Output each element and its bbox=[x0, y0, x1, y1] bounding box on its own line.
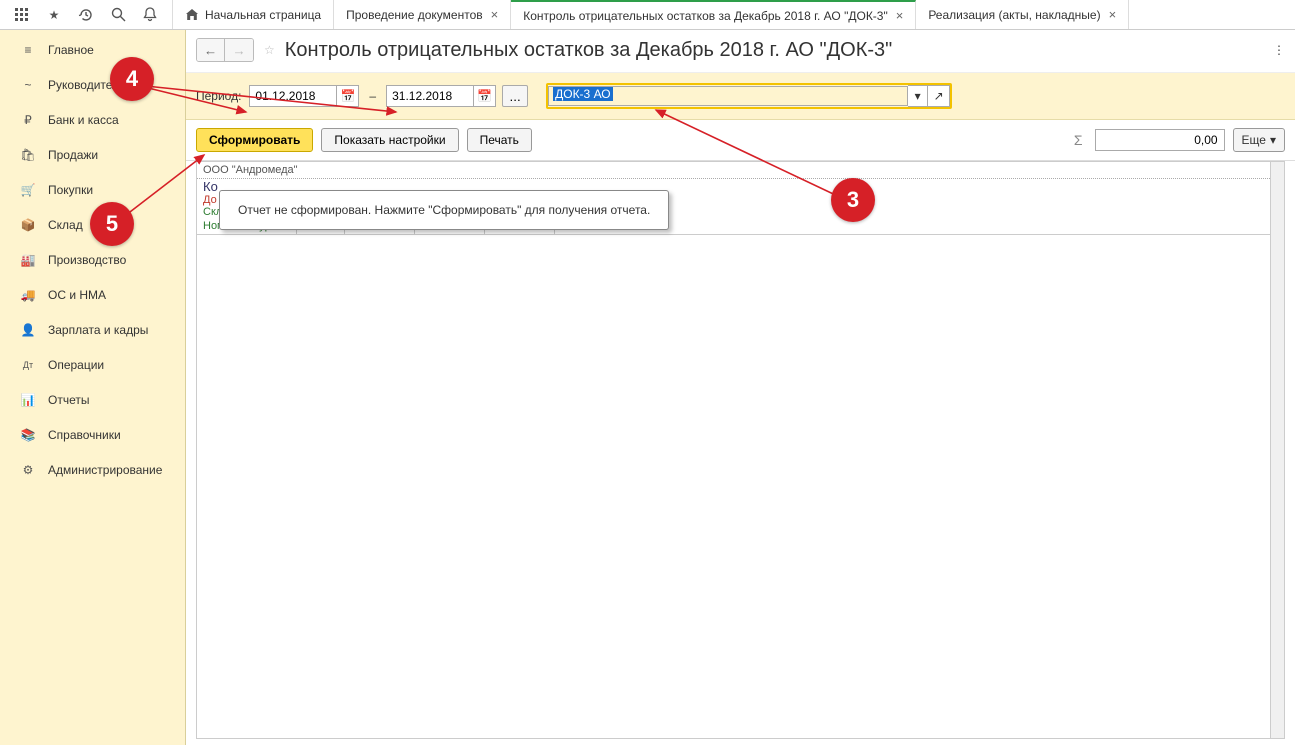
sidebar-item-label: Зарплата и кадры bbox=[48, 323, 148, 337]
gear-icon: ⚙ bbox=[20, 463, 36, 477]
content-area: ← → ☆ Контроль отрицательных остатков за… bbox=[186, 30, 1295, 745]
sidebar-item-label: Отчеты bbox=[48, 393, 89, 407]
sidebar-item-hr[interactable]: 👤 Зарплата и кадры bbox=[0, 312, 185, 347]
chevron-down-icon: ▾ bbox=[1270, 133, 1276, 147]
period-label: Период: bbox=[196, 89, 241, 103]
sidebar-item-label: Производство bbox=[48, 253, 126, 267]
sidebar-item-reports[interactable]: 📊 Отчеты bbox=[0, 382, 185, 417]
sidebar-item-sales[interactable]: 🛍 Продажи bbox=[0, 137, 185, 172]
date-from-input[interactable] bbox=[250, 86, 336, 106]
apps-icon[interactable] bbox=[6, 0, 38, 30]
date-to-input[interactable] bbox=[387, 86, 473, 106]
sum-input[interactable] bbox=[1095, 129, 1225, 151]
bell-icon[interactable] bbox=[134, 0, 166, 30]
organization-input[interactable]: ДОК-3 АО bbox=[548, 86, 908, 106]
person-icon: 👤 bbox=[20, 323, 36, 337]
sidebar-item-purchases[interactable]: 🛒 Покупки bbox=[0, 172, 185, 207]
sidebar-item-label: Главное bbox=[48, 43, 94, 57]
sidebar-item-operations[interactable]: Дт Операции bbox=[0, 347, 185, 382]
ruble-icon: ₽ bbox=[20, 113, 36, 127]
history-icon[interactable] bbox=[70, 0, 102, 30]
tab-label: Реализация (акты, накладные) bbox=[928, 8, 1100, 22]
sidebar-item-label: Склад bbox=[48, 218, 83, 232]
sidebar: ≡ Главное ~Руководителю ₽ Банк и касса 🛍 Пр… bbox=[0, 30, 186, 745]
search-icon[interactable] bbox=[102, 0, 134, 30]
close-icon[interactable]: × bbox=[491, 7, 499, 22]
bag-icon: 🛍 bbox=[20, 148, 36, 162]
sidebar-item-label: Продажи bbox=[48, 148, 98, 162]
tab-negative-control[interactable]: Контроль отрицательных остатков за Декаб… bbox=[511, 0, 916, 29]
box-icon: 📦 bbox=[20, 218, 36, 232]
tab-label: Контроль отрицательных остатков за Декаб… bbox=[523, 9, 888, 23]
report-company: ООО "Андромеда" bbox=[197, 162, 1284, 179]
dropdown-icon[interactable]: ▾ bbox=[908, 85, 928, 107]
sidebar-item-bank[interactable]: ₽ Банк и касса bbox=[0, 102, 185, 137]
sidebar-item-label: Справочники bbox=[48, 428, 121, 442]
star-icon[interactable]: ★ bbox=[38, 0, 70, 30]
show-settings-button[interactable]: Показать настройки bbox=[321, 128, 458, 152]
annotation-marker-4: 4 bbox=[110, 57, 154, 101]
calendar-icon[interactable]: 📅 bbox=[473, 86, 495, 106]
scrollbar[interactable] bbox=[1270, 162, 1284, 738]
date-to-field[interactable]: 📅 bbox=[386, 85, 496, 107]
print-button[interactable]: Печать bbox=[467, 128, 532, 152]
home-icon bbox=[185, 8, 199, 21]
annotation-marker-3: 3 bbox=[831, 178, 875, 222]
tab-home[interactable]: Начальная страница bbox=[173, 0, 334, 29]
more-button[interactable]: Еще▾ bbox=[1233, 128, 1285, 152]
system-toolbar: ★ bbox=[0, 0, 173, 29]
close-icon[interactable]: × bbox=[1109, 7, 1117, 22]
sidebar-item-assets[interactable]: 🚚 ОС и НМА bbox=[0, 277, 185, 312]
form-button[interactable]: Сформировать bbox=[196, 128, 313, 152]
truck-icon: 🚚 bbox=[20, 288, 36, 302]
nav-buttons: ← → bbox=[196, 38, 254, 62]
sidebar-item-manager[interactable]: ~Руководителю bbox=[0, 67, 185, 102]
date-from-field[interactable]: 📅 bbox=[249, 85, 359, 107]
page-menu-icon[interactable]: ⋮ bbox=[1273, 43, 1285, 57]
sidebar-item-label: Банк и касса bbox=[48, 113, 119, 127]
tab-label: Начальная страница bbox=[205, 8, 321, 22]
bars-icon: 📊 bbox=[20, 393, 36, 407]
sidebar-item-label: Покупки bbox=[48, 183, 93, 197]
factory-icon: 🏭 bbox=[20, 253, 36, 267]
sidebar-item-catalogs[interactable]: 📚 Справочники bbox=[0, 417, 185, 452]
cart-icon: 🛒 bbox=[20, 183, 36, 197]
annotation-marker-5: 5 bbox=[90, 202, 134, 246]
action-bar: Сформировать Показать настройки Печать Σ… bbox=[186, 120, 1295, 161]
tab-realizatsiya[interactable]: Реализация (акты, накладные) × bbox=[916, 0, 1129, 29]
menu-icon: ≡ bbox=[20, 43, 36, 57]
close-icon[interactable]: × bbox=[896, 8, 904, 23]
dash: – bbox=[369, 89, 376, 103]
tabs-bar: Начальная страница Проведение документов… bbox=[173, 0, 1295, 29]
forward-button[interactable]: → bbox=[225, 39, 253, 61]
tab-documents[interactable]: Проведение документов × bbox=[334, 0, 511, 29]
back-button[interactable]: ← bbox=[197, 39, 225, 61]
dtkt-icon: Дт bbox=[20, 360, 36, 370]
chart-icon: ~ bbox=[20, 78, 36, 92]
sidebar-item-label: Операции bbox=[48, 358, 104, 372]
organization-field[interactable]: ДОК-3 АО ▾ ↗ bbox=[546, 83, 952, 109]
sigma-icon: Σ bbox=[1074, 132, 1083, 148]
filter-bar: Период: 📅 – 📅 ... ДОК-3 АО ▾ ↗ bbox=[186, 73, 1295, 120]
books-icon: 📚 bbox=[20, 428, 36, 442]
report-tooltip: Отчет не сформирован. Нажмите "Сформиров… bbox=[219, 190, 669, 230]
period-picker-button[interactable]: ... bbox=[502, 85, 528, 107]
sidebar-item-admin[interactable]: ⚙ Администрирование bbox=[0, 452, 185, 487]
report-area: ООО "Андромеда" Ко До Склад Номенклатура… bbox=[196, 161, 1285, 739]
tab-label: Проведение документов bbox=[346, 8, 483, 22]
open-icon[interactable]: ↗ bbox=[928, 85, 950, 107]
sidebar-item-label: ОС и НМА bbox=[48, 288, 106, 302]
sidebar-item-label: Администрирование bbox=[48, 463, 162, 477]
sidebar-item-production[interactable]: 🏭 Производство bbox=[0, 242, 185, 277]
page-header: ← → ☆ Контроль отрицательных остатков за… bbox=[186, 30, 1295, 73]
favorite-star-icon[interactable]: ☆ bbox=[264, 43, 275, 57]
page-title: Контроль отрицательных остатков за Декаб… bbox=[285, 39, 893, 62]
top-bar: ★ Начальная страница Проведение документ… bbox=[0, 0, 1295, 30]
calendar-icon[interactable]: 📅 bbox=[336, 86, 358, 106]
sidebar-item-main[interactable]: ≡ Главное bbox=[0, 32, 185, 67]
